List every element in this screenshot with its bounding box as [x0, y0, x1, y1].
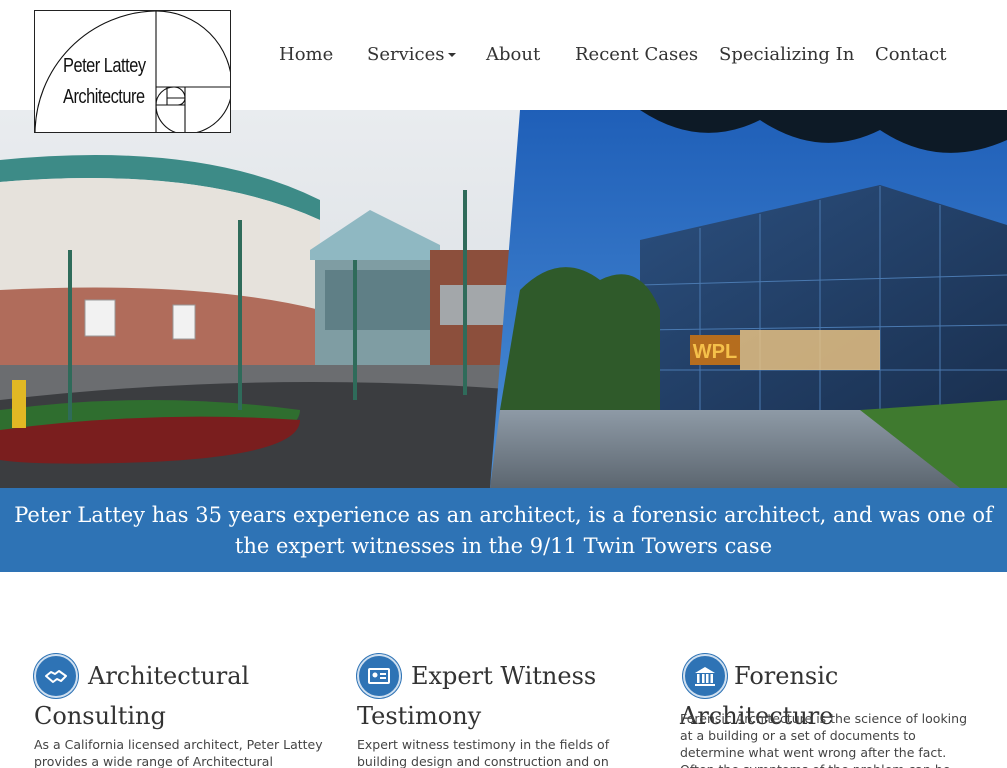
logo-title-line2: Architecture: [63, 86, 145, 108]
tagline-banner: Peter Lattey has 35 years experience as …: [0, 488, 1007, 572]
nav-specializing-in[interactable]: Specializing In: [719, 44, 854, 65]
logo-title-line1: Peter Lattey: [63, 55, 146, 77]
feature-description: Expert witness testimony in the fields o…: [357, 737, 610, 768]
site-header: Peter Lattey Architecture Home Services …: [0, 0, 1007, 133]
tagline-text: Peter Lattey has 35 years experience as …: [14, 503, 993, 558]
hero-sign-text: WPL: [693, 341, 737, 363]
nav-services[interactable]: Services: [367, 44, 457, 65]
nav-about[interactable]: About: [486, 44, 540, 65]
right-scene: WPL: [490, 110, 1007, 488]
nav-recent-cases[interactable]: Recent Cases: [575, 44, 698, 65]
feature-title: Expert Witness Testimony: [357, 662, 597, 730]
hero-image: WPL: [0, 110, 1007, 488]
site-logo[interactable]: Peter Lattey Architecture: [34, 10, 231, 133]
nav-contact[interactable]: Contact: [875, 44, 946, 65]
feature-description: As a California licensed architect, Pete…: [34, 737, 323, 768]
hero-photo-collage: WPL: [0, 110, 1007, 488]
left-scene: [0, 110, 520, 488]
nav-services-label: Services: [367, 44, 445, 65]
feature-description: Forensic Architecture is the science of …: [680, 711, 968, 768]
chevron-down-icon: [448, 53, 457, 57]
feature-title: Architectural Consulting: [34, 662, 250, 730]
nav-home[interactable]: Home: [279, 44, 333, 65]
